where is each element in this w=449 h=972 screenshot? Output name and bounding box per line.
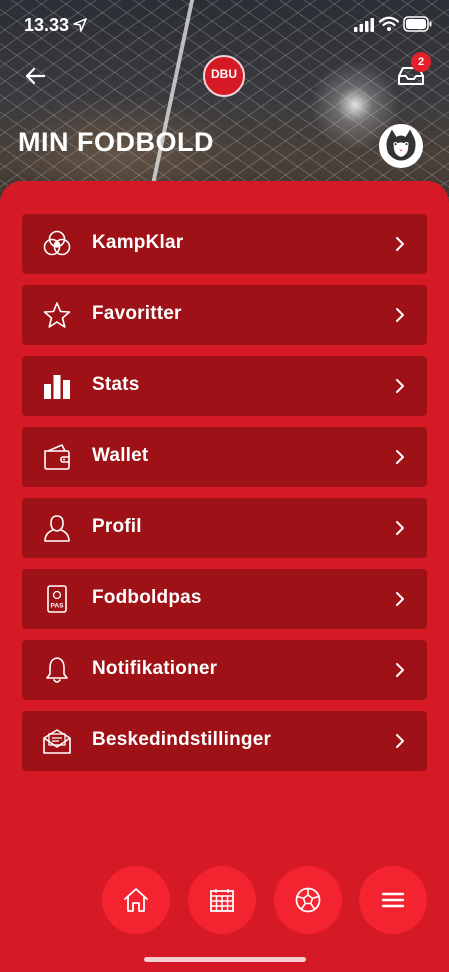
status-bar: 13.33 (0, 0, 449, 50)
bar-chart-icon (44, 375, 70, 399)
chevron-right-icon (396, 237, 404, 251)
kampklar-icon (43, 230, 71, 256)
menu-item-profil[interactable]: Profil (22, 498, 427, 558)
menu-item-label: Profil (92, 516, 142, 537)
home-indicator (144, 957, 306, 962)
wifi-icon (379, 16, 399, 31)
menu-item-notifikationer[interactable]: Notifikationer (22, 640, 427, 700)
bell-icon (46, 657, 68, 683)
notification-badge: 2 (411, 52, 431, 72)
menu-item-favoritter[interactable]: Favoritter (22, 285, 427, 345)
menu-item-stats[interactable]: Stats (22, 356, 427, 416)
chevron-right-icon (396, 663, 404, 677)
menu-item-fodboldpas[interactable]: PAS Fodboldpas (22, 569, 427, 629)
menu-item-label: Fodboldpas (92, 587, 202, 608)
menu-item-beskedindstillinger[interactable]: Beskedindstillinger (22, 711, 427, 771)
chevron-right-icon (396, 308, 404, 322)
battery-icon (403, 16, 432, 32)
chevron-right-icon (396, 734, 404, 748)
nav-calendar-button[interactable] (188, 866, 256, 934)
nav-menu-button[interactable] (359, 866, 427, 934)
menu-item-label: KampKlar (92, 232, 184, 253)
nav-home-button[interactable] (102, 866, 170, 934)
hamburger-icon (381, 892, 405, 908)
chevron-right-icon (396, 521, 404, 535)
home-icon (124, 888, 148, 912)
wallet-icon (44, 444, 70, 470)
avatar[interactable] (379, 124, 423, 168)
nav-football-button[interactable] (274, 866, 342, 934)
chevron-right-icon (396, 592, 404, 606)
profile-icon (44, 515, 70, 542)
star-icon (43, 302, 71, 328)
menu-item-kampklar[interactable]: KampKlar (22, 214, 427, 274)
menu-item-label: Stats (92, 374, 140, 395)
dbu-logo: DBU (203, 55, 245, 97)
location-arrow-icon (73, 18, 87, 32)
cat-avatar-icon (386, 129, 416, 161)
signal-icon (354, 18, 374, 32)
menu-item-label: Favoritter (92, 303, 182, 324)
envelope-icon (43, 729, 71, 754)
back-button[interactable] (20, 62, 50, 90)
status-time: 13.33 (24, 15, 70, 35)
passport-icon: PAS (47, 585, 67, 613)
calendar-icon (210, 889, 234, 912)
page-title: MIN FODBOLD (18, 127, 214, 157)
svg-text:PAS: PAS (51, 603, 65, 610)
chevron-right-icon (396, 379, 404, 393)
football-icon (295, 887, 321, 913)
logo-text: DBU (211, 67, 237, 81)
menu-item-label: Wallet (92, 445, 149, 466)
chevron-right-icon (396, 450, 404, 464)
menu-item-wallet[interactable]: Wallet (22, 427, 427, 487)
menu-item-label: Notifikationer (92, 658, 218, 679)
menu-item-label: Beskedindstillinger (92, 729, 272, 750)
